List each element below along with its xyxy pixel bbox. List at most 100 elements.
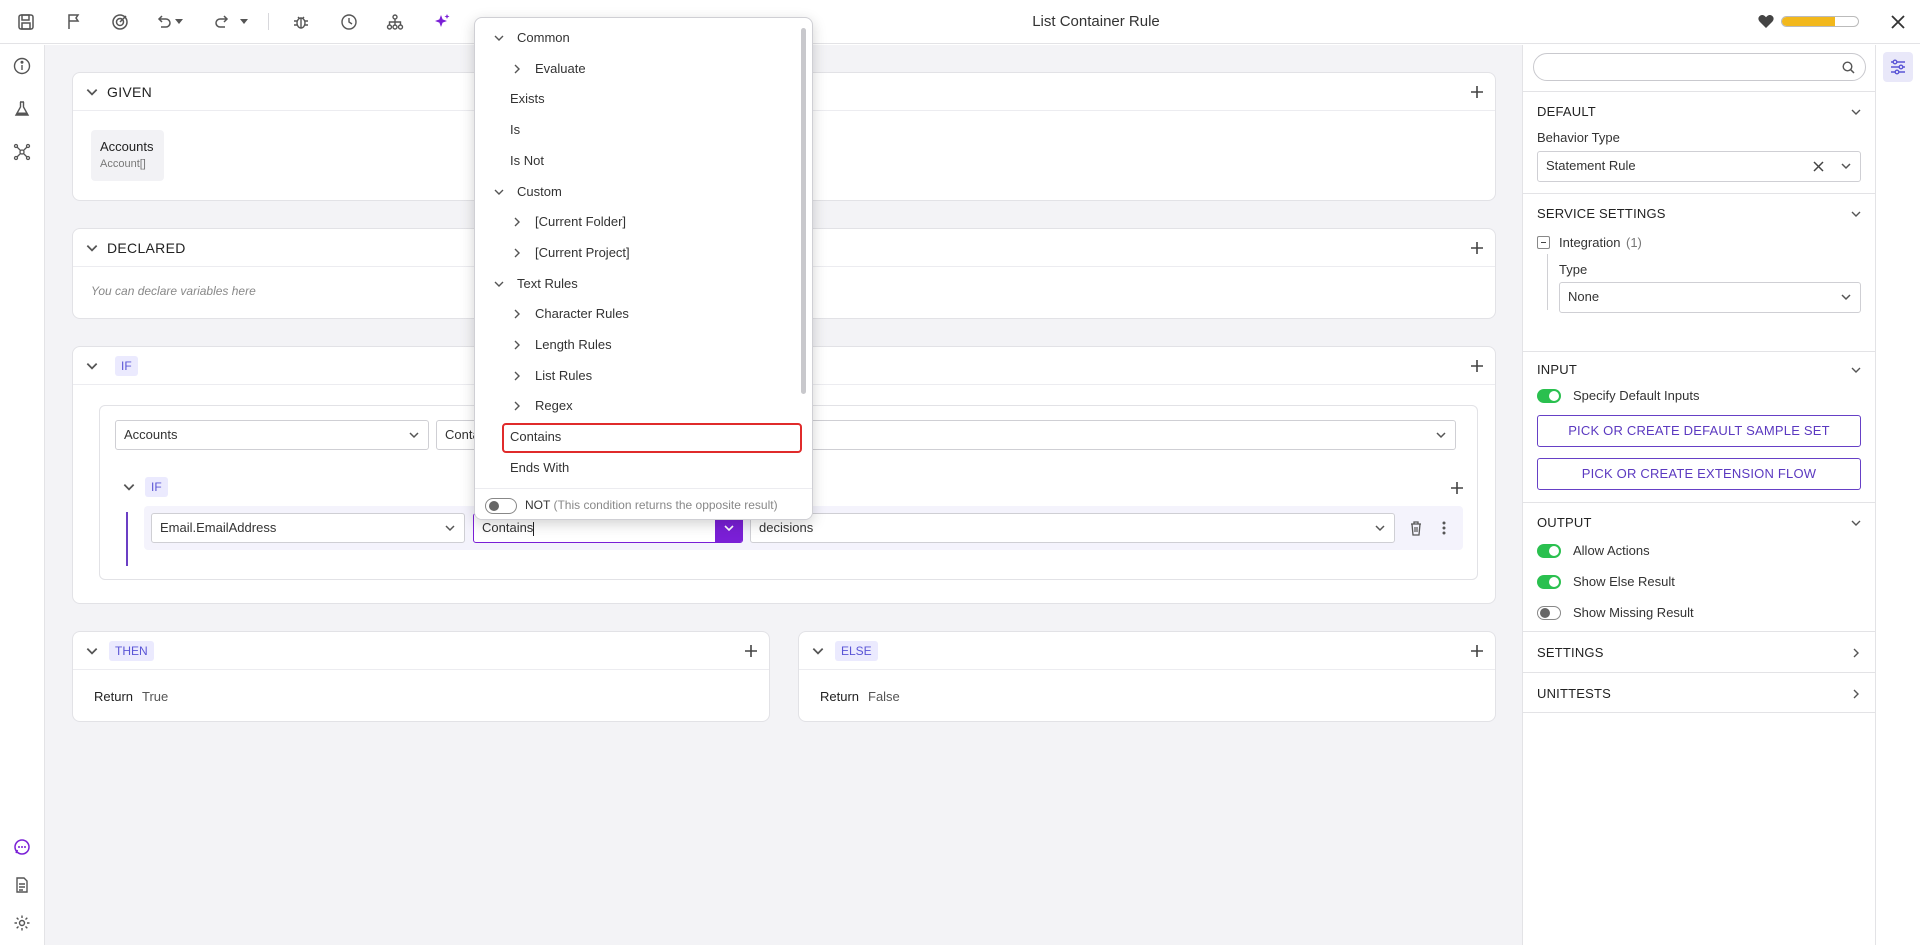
clear-icon[interactable] xyxy=(1813,161,1824,172)
chevron-right-icon[interactable] xyxy=(511,339,523,351)
progress-fill xyxy=(1782,17,1836,26)
not-toggle-text: NOT (This condition returns the opposite… xyxy=(525,498,778,512)
collapse-icon[interactable] xyxy=(1537,236,1550,249)
chevron-down-icon[interactable] xyxy=(85,359,99,373)
then-return-value[interactable]: True xyxy=(142,689,168,704)
chevron-down-icon[interactable] xyxy=(85,241,99,255)
flask-icon[interactable] xyxy=(10,97,34,121)
menu-item-common[interactable]: Common xyxy=(475,24,795,52)
email-address-select[interactable]: Email.EmailAddress xyxy=(151,513,465,543)
add-icon[interactable] xyxy=(1449,480,1465,496)
menu-item-length-rules[interactable]: Length Rules xyxy=(475,331,795,359)
type-select[interactable]: None xyxy=(1559,282,1861,313)
not-toggle-row: NOT (This condition returns the opposite… xyxy=(475,488,812,519)
panel-search-input[interactable] xyxy=(1544,58,1824,76)
more-icon[interactable] xyxy=(1441,520,1447,536)
menu-item-label: Common xyxy=(517,30,570,45)
type-select-value: None xyxy=(1568,289,1600,304)
chevron-right-icon[interactable] xyxy=(511,247,523,259)
menu-item-is-not[interactable]: Is Not xyxy=(475,147,795,175)
chevron-down-icon[interactable] xyxy=(493,32,505,44)
menu-item-label: Exists xyxy=(510,91,545,107)
inner-if-tag: IF xyxy=(145,477,168,497)
chevron-right-icon[interactable] xyxy=(511,216,523,228)
chevron-down-icon[interactable] xyxy=(1850,364,1862,376)
menu-item-current-project[interactable]: [Current Project] xyxy=(475,239,795,267)
add-icon[interactable] xyxy=(1469,643,1485,659)
menu-item-label: Ends With xyxy=(510,459,570,475)
chevron-right-icon[interactable] xyxy=(511,370,523,382)
not-toggle[interactable] xyxy=(485,498,517,514)
chevron-down-icon[interactable] xyxy=(1850,208,1862,220)
show-else-result-label: Show Else Result xyxy=(1573,574,1675,589)
document-icon[interactable] xyxy=(10,873,34,897)
menu-item-current-folder[interactable]: [Current Folder] xyxy=(475,208,795,236)
heart-icon[interactable] xyxy=(1754,10,1778,34)
menu-item-text-rules[interactable]: Text Rules xyxy=(475,270,795,298)
then-card: THEN Return True xyxy=(72,631,770,722)
chevron-down-icon[interactable] xyxy=(122,480,136,494)
pick-sample-set-button[interactable]: PICK OR CREATE DEFAULT SAMPLE SET xyxy=(1537,415,1861,447)
menu-item-ends-with[interactable]: Ends With xyxy=(475,454,795,482)
menu-item-regex[interactable]: Regex xyxy=(475,392,795,420)
default-title: DEFAULT xyxy=(1537,104,1596,119)
chevron-right-icon[interactable] xyxy=(1850,688,1862,700)
type-label: Type xyxy=(1559,262,1588,277)
menu-scrollbar[interactable] xyxy=(801,28,806,394)
allow-actions-toggle[interactable] xyxy=(1537,544,1561,558)
value-select-value: decisions xyxy=(759,520,814,535)
add-icon[interactable] xyxy=(1469,240,1485,256)
menu-item-label: Evaluate xyxy=(535,60,586,76)
given-item-name: Accounts xyxy=(100,139,154,154)
show-missing-result-toggle[interactable] xyxy=(1537,606,1561,620)
chevron-down-icon xyxy=(1841,294,1851,301)
add-icon[interactable] xyxy=(1469,358,1485,374)
chevron-down-icon[interactable] xyxy=(1850,106,1862,118)
settings-icon[interactable] xyxy=(10,911,34,935)
network-icon[interactable] xyxy=(10,140,34,164)
info-icon[interactable] xyxy=(10,54,34,78)
right-rail xyxy=(1875,45,1920,945)
declared-label: DECLARED xyxy=(107,240,186,256)
menu-item-custom[interactable]: Custom xyxy=(475,178,795,206)
chevron-down-icon[interactable] xyxy=(811,644,825,658)
close-icon[interactable] xyxy=(1886,10,1910,34)
settings-section[interactable]: SETTINGS xyxy=(1523,631,1876,672)
given-item-type: Account[] xyxy=(100,158,146,170)
integration-label: Integration xyxy=(1559,235,1621,250)
given-item[interactable]: Accounts Account[] xyxy=(91,130,164,181)
input-section: INPUT Specify Default Inputs PICK OR CRE… xyxy=(1523,351,1876,502)
chevron-right-icon[interactable] xyxy=(1850,647,1862,659)
menu-item-exists[interactable]: Exists xyxy=(475,85,795,113)
chevron-down-icon[interactable] xyxy=(493,278,505,290)
chevron-down-icon xyxy=(724,525,734,532)
chevron-down-icon[interactable] xyxy=(1850,517,1862,529)
chat-icon[interactable] xyxy=(10,835,34,859)
else-return-value[interactable]: False xyxy=(868,689,900,704)
else-card: ELSE Return False xyxy=(798,631,1496,722)
properties-tab[interactable] xyxy=(1883,52,1913,82)
chevron-down-icon[interactable] xyxy=(85,85,99,99)
accounts-select[interactable]: Accounts xyxy=(115,420,429,450)
behavior-type-select[interactable]: Statement Rule xyxy=(1537,151,1861,182)
chevron-down-icon[interactable] xyxy=(85,644,99,658)
search-icon[interactable] xyxy=(1842,61,1855,74)
specify-default-inputs-toggle[interactable] xyxy=(1537,389,1561,403)
value-select[interactable]: decisions xyxy=(750,513,1395,543)
menu-item-is[interactable]: Is xyxy=(475,116,795,144)
page-title: List Container Rule xyxy=(1032,13,1160,30)
trash-icon[interactable] xyxy=(1409,520,1423,536)
menu-item-character-rules[interactable]: Character Rules xyxy=(475,300,795,328)
default-section: DEFAULT Behavior Type Statement Rule xyxy=(1523,91,1876,193)
chevron-right-icon[interactable] xyxy=(511,308,523,320)
add-icon[interactable] xyxy=(1469,84,1485,100)
menu-item-list-rules[interactable]: List Rules xyxy=(475,362,795,390)
pick-extension-flow-button[interactable]: PICK OR CREATE EXTENSION FLOW xyxy=(1537,458,1861,490)
unittests-section[interactable]: UNITTESTS xyxy=(1523,672,1876,713)
chevron-right-icon[interactable] xyxy=(511,63,523,75)
chevron-right-icon[interactable] xyxy=(511,400,523,412)
chevron-down-icon[interactable] xyxy=(493,186,505,198)
show-else-result-toggle[interactable] xyxy=(1537,575,1561,589)
menu-item-evaluate[interactable]: Evaluate xyxy=(475,55,795,83)
add-icon[interactable] xyxy=(743,643,759,659)
